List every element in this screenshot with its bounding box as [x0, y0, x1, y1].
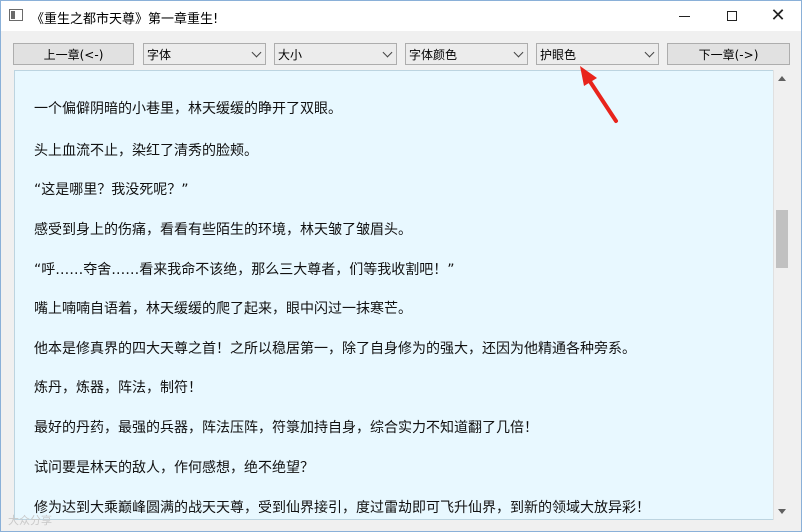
paragraph: 嘴上喃喃自语着，林天缓缓的爬了起来，眼中闪过一抹寒芒。	[34, 301, 412, 317]
paragraph: 他本是修真界的四大天尊之首！之所以稳居第一，除了自身修为的强大，还因为他精通各种…	[34, 341, 636, 357]
chevron-down-icon	[251, 47, 262, 58]
size-select-value: 大小	[278, 47, 303, 62]
paragraph: 试问要是林天的敌人，作何感想，绝不绝望？	[34, 460, 314, 476]
scroll-down-icon[interactable]	[778, 509, 786, 514]
paragraph: 修为达到大乘巅峰圆满的战天天尊，受到仙界接引，度过雷劫即可飞升仙界，到新的领域大…	[34, 500, 650, 516]
close-icon: ✕	[770, 5, 786, 26]
close-button[interactable]: ✕	[755, 1, 801, 31]
paragraph: 炼丹，炼器，阵法，制符！	[34, 380, 202, 396]
vertical-scrollbar[interactable]	[773, 70, 790, 520]
scroll-up-icon[interactable]	[778, 76, 786, 81]
next-chapter-button[interactable]: 下一章(->)	[667, 43, 790, 65]
chevron-down-icon	[644, 47, 655, 58]
chapter-text-area[interactable]: ▬▬▬ ▬▬▬▬▬ ▬▬ ▬▬▬▬▬▬▬ ▬▬ ▬▬▬▬▬▬▬▬ 一个偏僻阴暗的…	[14, 70, 773, 520]
minimize-icon	[678, 15, 690, 17]
font-select[interactable]: 字体	[143, 43, 266, 65]
title-bar: 《重生之都市天尊》第一章重生! ✕	[1, 1, 801, 31]
window-title: 《重生之都市天尊》第一章重生!	[31, 12, 219, 27]
eye-care-color-select[interactable]: 护眼色	[536, 43, 659, 65]
paragraph: 最好的丹药，最强的兵器，阵法压阵，符箓加持自身，综合实力不知道翻了几倍！	[34, 420, 538, 436]
toolbar: 上一章(<-) 字体 大小 字体颜色 护眼色 下一章(->)	[1, 31, 801, 69]
paragraph: “这是哪里？我没死呢？”	[34, 182, 189, 198]
chevron-down-icon	[513, 47, 524, 58]
eye-care-color-select-value: 护眼色	[540, 47, 577, 62]
maximize-button[interactable]	[709, 1, 755, 31]
paragraph: “呼……夺舍……看来我命不该绝，那么三大尊者，们等我收割吧！”	[34, 262, 455, 278]
partial-paragraph: ▬▬▬ ▬▬▬▬▬ ▬▬ ▬▬▬▬▬▬▬ ▬▬ ▬▬▬▬▬▬▬▬	[34, 71, 413, 75]
paragraph: 头上血流不止，染红了清秀的脸颊。	[34, 143, 258, 159]
prev-chapter-button[interactable]: 上一章(<-)	[13, 43, 134, 65]
chevron-down-icon	[382, 47, 393, 58]
paragraph: 感受到身上的伤痛，看看有些陌生的环境，林天皱了皱眉头。	[34, 222, 412, 238]
font-color-select-value: 字体颜色	[409, 47, 458, 62]
font-color-select[interactable]: 字体颜色	[405, 43, 528, 65]
minimize-button[interactable]	[661, 1, 707, 31]
size-select[interactable]: 大小	[274, 43, 397, 65]
scrollbar-thumb[interactable]	[776, 210, 788, 268]
font-select-value: 字体	[147, 47, 172, 62]
app-icon	[9, 9, 23, 21]
reader-window: 《重生之都市天尊》第一章重生! ✕ 上一章(<-) 字体 大小 字体颜色 护眼色…	[0, 0, 802, 532]
watermark: 大众分享	[8, 514, 52, 527]
paragraph: 一个偏僻阴暗的小巷里，林天缓缓的睁开了双眼。	[34, 101, 342, 117]
maximize-icon	[727, 11, 737, 21]
